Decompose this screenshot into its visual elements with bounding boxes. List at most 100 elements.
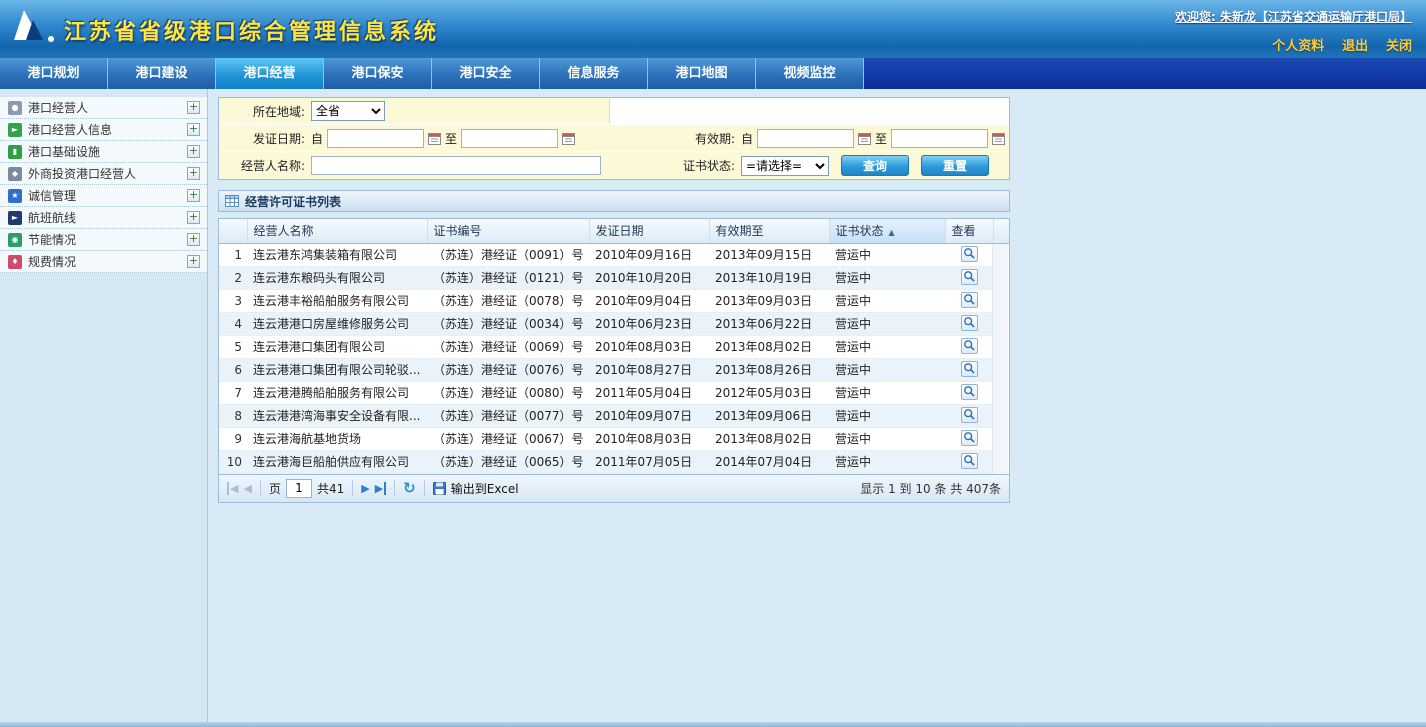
app-header: 江苏省省级港口综合管理信息系统 欢迎您: 朱新龙【江苏省交通运输厅港口局】 个人… bbox=[0, 0, 1426, 58]
table-row[interactable]: 8连云港港湾海事安全设备有限...（苏连）港经证（0077）号2010年09月0… bbox=[219, 404, 1009, 427]
sidebar-item-foreign-investment[interactable]: ◆ 外商投资港口经营人 + bbox=[0, 163, 207, 185]
sidebar-item-energy-saving[interactable]: ◉ 节能情况 + bbox=[0, 229, 207, 251]
table-row[interactable]: 1连云港东鸿集装箱有限公司（苏连）港经证（0091）号2010年09月16日20… bbox=[219, 243, 1009, 266]
calendar-icon[interactable] bbox=[562, 132, 575, 145]
issue-date-from-input[interactable] bbox=[327, 129, 424, 148]
to-label: 至 bbox=[875, 130, 887, 147]
sidebar-item-label: 航班航线 bbox=[28, 209, 187, 226]
tab-port-planning[interactable]: 港口规划 bbox=[0, 58, 108, 89]
cert-status-select[interactable]: =请选择= bbox=[741, 156, 829, 176]
view-icon[interactable] bbox=[961, 430, 978, 446]
sidebar-item-label: 港口经营人 bbox=[28, 99, 187, 116]
view-icon[interactable] bbox=[961, 269, 978, 285]
issue-date-to-input[interactable] bbox=[461, 129, 558, 148]
pager-separator bbox=[352, 480, 353, 496]
col-cert-number[interactable]: 证书编号 bbox=[427, 219, 589, 243]
calendar-icon[interactable] bbox=[858, 132, 871, 145]
view-icon[interactable] bbox=[961, 292, 978, 308]
expand-plus-icon[interactable]: + bbox=[187, 189, 200, 202]
table-row[interactable]: 6连云港港口集团有限公司轮驳...（苏连）港经证（0076）号2010年08月2… bbox=[219, 358, 1009, 381]
view-icon[interactable] bbox=[961, 315, 978, 331]
prev-page-icon[interactable]: ◀ bbox=[243, 482, 251, 495]
valid-from-input[interactable] bbox=[757, 129, 854, 148]
expand-plus-icon[interactable]: + bbox=[187, 211, 200, 224]
info-page-icon: ► bbox=[8, 123, 22, 137]
operator-name-input[interactable] bbox=[311, 156, 601, 175]
view-icon[interactable] bbox=[961, 246, 978, 262]
col-issue-date[interactable]: 发证日期 bbox=[589, 219, 709, 243]
to-label: 至 bbox=[445, 130, 457, 147]
profile-link[interactable]: 个人资料 bbox=[1272, 39, 1324, 54]
page-input[interactable] bbox=[286, 479, 312, 498]
table-row[interactable]: 2连云港东粮码头有限公司（苏连）港经证（0121）号2010年10月20日201… bbox=[219, 266, 1009, 289]
sort-asc-icon: ▲ bbox=[889, 228, 895, 237]
view-icon[interactable] bbox=[961, 361, 978, 377]
calendar-icon[interactable] bbox=[992, 132, 1005, 145]
reset-button[interactable]: 重置 bbox=[921, 155, 989, 176]
col-cert-status-label: 证书状态 bbox=[836, 224, 884, 238]
tab-port-security[interactable]: 港口保安 bbox=[324, 58, 432, 89]
valid-to-input[interactable] bbox=[891, 129, 988, 148]
sidebar-item-operator-info[interactable]: ► 港口经营人信息 + bbox=[0, 119, 207, 141]
table-row[interactable]: 9连云港海航基地货场（苏连）港经证（0067）号2010年08月03日2013年… bbox=[219, 427, 1009, 450]
next-page-icon[interactable]: ▶ bbox=[361, 482, 369, 495]
tab-information-service[interactable]: 信息服务 bbox=[540, 58, 648, 89]
logout-link[interactable]: 退出 bbox=[1342, 39, 1368, 54]
cert-table-body: 1连云港东鸿集装箱有限公司（苏连）港经证（0091）号2010年09月16日20… bbox=[219, 243, 1009, 473]
view-icon[interactable] bbox=[961, 338, 978, 354]
table-row[interactable]: 4连云港港口房屋维修服务公司（苏连）港经证（0034）号2010年06月23日2… bbox=[219, 312, 1009, 335]
row-index: 7 bbox=[219, 381, 247, 404]
query-button[interactable]: 查询 bbox=[841, 155, 909, 176]
operator-name-cell: 连云港港口集团有限公司 bbox=[247, 335, 427, 358]
table-row[interactable]: 10连云港海巨船舶供应有限公司（苏连）港经证（0065）号2011年07月05日… bbox=[219, 450, 1009, 473]
tab-port-construction[interactable]: 港口建设 bbox=[108, 58, 216, 89]
export-excel-link[interactable]: 输出到Excel bbox=[451, 480, 519, 497]
page-label: 页 bbox=[269, 480, 281, 497]
person-icon: ● bbox=[8, 101, 22, 115]
sidebar-item-credit-management[interactable]: ★ 诚信管理 + bbox=[0, 185, 207, 207]
first-page-icon[interactable]: ◀ bbox=[227, 482, 238, 495]
sidebar-item-label: 港口基础设施 bbox=[28, 143, 187, 160]
sidebar-item-infrastructure[interactable]: ▮ 港口基础设施 + bbox=[0, 141, 207, 163]
view-cell bbox=[945, 358, 993, 381]
tab-port-operation[interactable]: 港口经营 bbox=[216, 58, 324, 89]
view-icon[interactable] bbox=[961, 407, 978, 423]
last-page-icon[interactable]: ▶ bbox=[375, 482, 386, 495]
table-header-row: 经营人名称 证书编号 发证日期 有效期至 证书状态▲ 查看 bbox=[219, 219, 1009, 243]
sidebar-item-routes[interactable]: ► 航班航线 + bbox=[0, 207, 207, 229]
col-operator-name[interactable]: 经营人名称 bbox=[247, 219, 427, 243]
row-index: 4 bbox=[219, 312, 247, 335]
table-row[interactable]: 3连云港丰裕船舶服务有限公司（苏连）港经证（0078）号2010年09月04日2… bbox=[219, 289, 1009, 312]
tab-port-safety[interactable]: 港口安全 bbox=[432, 58, 540, 89]
close-link[interactable]: 关闭 bbox=[1386, 39, 1412, 54]
expand-plus-icon[interactable]: + bbox=[187, 167, 200, 180]
view-icon[interactable] bbox=[961, 384, 978, 400]
col-cert-status[interactable]: 证书状态 ▲ bbox=[829, 219, 945, 243]
valid-until-cell: 2014年07月04日 bbox=[709, 450, 829, 473]
sidebar-item-fees[interactable]: ♦ 规费情况 + bbox=[0, 251, 207, 273]
pager-separator bbox=[260, 480, 261, 496]
expand-plus-icon[interactable]: + bbox=[187, 233, 200, 246]
refresh-icon[interactable]: ↻ bbox=[403, 479, 416, 497]
valid-until-cell: 2013年06月22日 bbox=[709, 312, 829, 335]
cert-number-cell: （苏连）港经证（0078）号 bbox=[427, 289, 589, 312]
issue-date-cell: 2010年08月03日 bbox=[589, 335, 709, 358]
panel-title-text: 经营许可证书列表 bbox=[245, 193, 341, 210]
view-cell bbox=[945, 243, 993, 266]
cert-number-cell: （苏连）港经证（0065）号 bbox=[427, 450, 589, 473]
credit-icon: ★ bbox=[8, 189, 22, 203]
expand-plus-icon[interactable]: + bbox=[187, 101, 200, 114]
expand-plus-icon[interactable]: + bbox=[187, 145, 200, 158]
expand-plus-icon[interactable]: + bbox=[187, 255, 200, 268]
tab-video-monitor[interactable]: 视频监控 bbox=[756, 58, 864, 89]
tab-port-map[interactable]: 港口地图 bbox=[648, 58, 756, 89]
col-valid-until[interactable]: 有效期至 bbox=[709, 219, 829, 243]
calendar-icon[interactable] bbox=[428, 132, 441, 145]
view-icon[interactable] bbox=[961, 453, 978, 469]
table-row[interactable]: 5连云港港口集团有限公司（苏连）港经证（0069）号2010年08月03日201… bbox=[219, 335, 1009, 358]
vertical-scrollbar[interactable] bbox=[992, 244, 1008, 474]
sidebar-item-port-operator[interactable]: ● 港口经营人 + bbox=[0, 97, 207, 119]
expand-plus-icon[interactable]: + bbox=[187, 123, 200, 136]
region-select[interactable]: 全省 bbox=[311, 101, 385, 121]
table-row[interactable]: 7连云港港腾船舶服务有限公司（苏连）港经证（0080）号2011年05月04日2… bbox=[219, 381, 1009, 404]
